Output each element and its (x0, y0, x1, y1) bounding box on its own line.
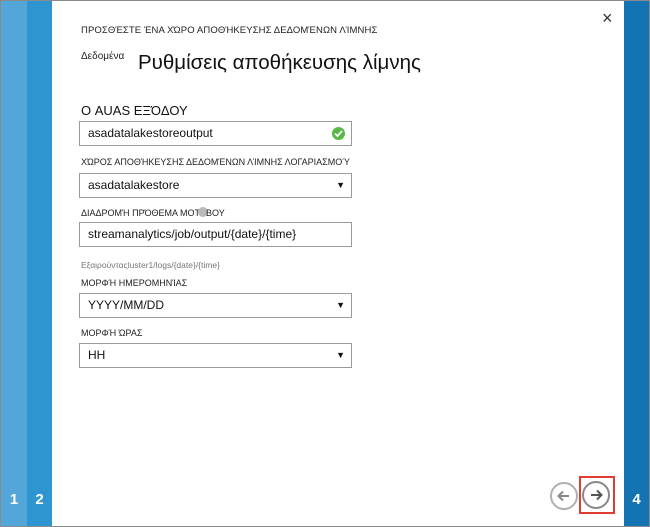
path-example-value: luster1/logs/{date}/{time} (127, 260, 220, 270)
step-number-4: 4 (632, 491, 641, 508)
wizard-step-4[interactable]: 4 (624, 1, 649, 526)
step-number-1: 1 (9, 491, 19, 508)
time-format-value: HH (88, 348, 106, 362)
path-prefix-label-b: ΒΟΥ (206, 208, 225, 218)
account-select[interactable]: asadatalakestore ▼ (79, 173, 352, 198)
output-alias-value: asadatalakestoreoutput (88, 126, 213, 140)
close-icon[interactable]: × (602, 9, 613, 27)
arrow-left-icon (557, 490, 569, 502)
account-value: asadatalakestore (88, 178, 180, 192)
previous-button[interactable] (550, 482, 578, 510)
chevron-down-icon: ▼ (336, 180, 345, 190)
date-format-value: YYYY/MM/DD (88, 298, 165, 312)
path-prefix-label-a: ΔΙΑΔΡΟΜΉ ΠΡΌΘΕΜΑ ΜΟΤ (81, 208, 201, 218)
path-prefix-value: streamanalytics/job/output/{date}/{time} (88, 227, 297, 241)
wizard-step-2[interactable]: 2 (27, 1, 52, 526)
wizard-dialog: 1 2 4 × ΠΡΟΣΘΈΣΤΕ ΈΝΑ ΧΏΡΟ ΑΠΟΘΉΚΕΥΣΗΣ Δ… (0, 0, 650, 527)
next-button[interactable] (582, 481, 610, 509)
chevron-down-icon: ▼ (336, 350, 345, 360)
path-example: Εξαιρούνταςluster1/logs/{date}/{time} (81, 260, 220, 270)
step-number-2: 2 (35, 491, 44, 508)
dialog-supertitle: ΠΡΟΣΘΈΣΤΕ ΈΝΑ ΧΏΡΟ ΑΠΟΘΉΚΕΥΣΗΣ ΔΕΔΟΜΈΝΩΝ… (81, 25, 378, 36)
chevron-down-icon: ▼ (336, 300, 345, 310)
time-format-label: ΜΟΡΦΉ ΏΡΑΣ (81, 328, 143, 338)
page-title: Ρυθμίσεις αποθήκευσης λίμνης (138, 51, 421, 74)
check-circle-icon (332, 127, 345, 140)
path-prefix-input[interactable]: streamanalytics/job/output/{date}/{time} (79, 222, 352, 247)
account-label: ΧΏΡΟΣ ΑΠΟΘΉΚΕΥΣΗΣ ΔΕΔΟΜΈΝΩΝ ΛΊΜΝΗΣ ΛΟΓΑΡ… (81, 157, 350, 167)
arrow-right-icon (591, 489, 603, 501)
path-prefix-label: ΔΙΑΔΡΟΜΉ ΠΡΌΘΕΜΑ ΜΟΤ ΒΟΥ (81, 207, 225, 218)
date-format-label: ΜΟΡΦΉ ΗΜΕΡΟΜΗΝΊΑΣ (81, 278, 188, 288)
wizard-step-1[interactable]: 1 (1, 1, 27, 526)
title-prefix: Δεδομένα (81, 51, 125, 62)
output-alias-input[interactable]: asadatalakestoreoutput (79, 121, 352, 146)
output-alias-label: Ο AUAS ΕΞΌΔΟΥ (81, 103, 188, 118)
time-format-select[interactable]: HH ▼ (79, 343, 352, 368)
path-example-prefix: Εξαιρούντας (81, 260, 128, 270)
date-format-select[interactable]: YYYY/MM/DD ▼ (79, 293, 352, 318)
